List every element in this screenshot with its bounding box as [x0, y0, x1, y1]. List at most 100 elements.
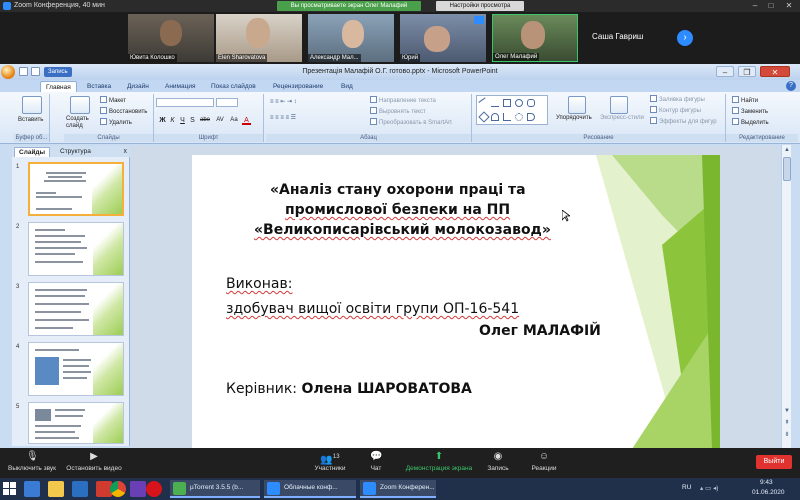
chat-button[interactable]: 💬 Чат	[364, 449, 388, 477]
slide-title-line-1[interactable]: «Аналіз стану охорони праці та	[270, 182, 526, 198]
slide-thumbnail[interactable]	[28, 282, 124, 336]
shape-fill-button[interactable]: Заливка фигуры	[650, 95, 705, 105]
tab-view[interactable]: Вид	[336, 81, 358, 92]
ppt-restore-icon[interactable]: ❐	[738, 66, 756, 77]
slide-thumbnail[interactable]	[28, 402, 124, 444]
ppt-close-icon[interactable]: ✕	[760, 66, 790, 77]
star-shape-icon[interactable]	[515, 113, 523, 121]
layout-button[interactable]: Макет	[100, 96, 126, 106]
tab-slides[interactable]: Слайды	[14, 147, 51, 157]
slide-thumbnail[interactable]	[28, 162, 124, 216]
reset-button[interactable]: Восстановить	[100, 107, 147, 117]
undo-icon[interactable]	[31, 67, 40, 76]
shadow-button[interactable]: S	[188, 116, 197, 125]
find-button[interactable]: Найти	[732, 96, 758, 106]
scroll-down-icon[interactable]: ▼	[783, 407, 791, 415]
tab-slideshow[interactable]: Показ слайдов	[206, 81, 261, 92]
leave-meeting-button[interactable]: Выйти	[756, 455, 792, 469]
spacing-button[interactable]: AV	[214, 116, 226, 125]
minimize-icon[interactable]: –	[748, 0, 762, 12]
participant-tile-active[interactable]: Олег Малафий	[492, 14, 578, 62]
tab-design[interactable]: Дизайн	[122, 81, 154, 92]
vertical-scrollbar[interactable]: ▲ ▼ ⇞ ⇟	[781, 145, 791, 448]
arrange-button[interactable]: Упорядочить	[556, 114, 592, 123]
tray-icons[interactable]: ▴ ▭ ◂)	[700, 484, 718, 492]
pane-close-icon[interactable]: x	[124, 147, 128, 157]
delete-button[interactable]: Удалить	[100, 118, 132, 128]
view-settings-button[interactable]: Настройки просмотра	[436, 1, 524, 11]
scroll-up-icon[interactable]: ▲	[783, 146, 791, 154]
clock-date[interactable]: 01.06.2020	[752, 489, 785, 496]
paste-icon[interactable]	[22, 96, 42, 114]
tab-outline[interactable]: Структура	[56, 147, 95, 157]
taskview-icon[interactable]	[24, 481, 40, 497]
smartart-button[interactable]: Преобразовать в SmartArt	[370, 118, 452, 128]
next-page-icon[interactable]: ›	[677, 30, 693, 46]
quick-styles-button[interactable]: Экспресс-стили	[600, 114, 644, 123]
clock-time[interactable]: 9:43	[760, 479, 773, 486]
app-icon[interactable]	[130, 481, 146, 497]
rectangle-shape-icon[interactable]	[503, 99, 511, 107]
replace-button[interactable]: Заменить	[732, 107, 768, 117]
slide-canvas[interactable]: «Аналіз стану охорони праці та промислов…	[192, 155, 720, 449]
oval-shape-icon[interactable]	[515, 99, 523, 107]
app-icon[interactable]	[72, 481, 88, 497]
font-family-select[interactable]	[156, 98, 214, 107]
shape-outline-button[interactable]: Контур фигуры	[650, 106, 701, 116]
tab-insert[interactable]: Вставка	[82, 81, 116, 92]
mute-button[interactable]: 🎙 Выключить звук	[4, 449, 60, 477]
strikethrough-button[interactable]: abe	[198, 116, 212, 125]
taskbar-task[interactable]: Облачные конф...	[264, 480, 356, 498]
supervisor-line[interactable]: Керівник: Олена ШАРОВАТОВА	[226, 381, 472, 397]
record-button[interactable]: ◉ Запись	[484, 449, 512, 477]
diamond-shape-icon[interactable]	[478, 111, 490, 123]
taskbar-task[interactable]: µTorrent 3.5.5 (b...	[170, 480, 260, 498]
slide-title-line-2[interactable]: промислової безпеки на ПП	[285, 202, 510, 218]
help-icon[interactable]: ?	[786, 81, 796, 91]
student-name[interactable]: Олег МАЛАФІЙ	[479, 323, 601, 339]
arrange-icon[interactable]	[568, 96, 586, 114]
list-icons[interactable]: ≡ ≡ ⇤ ⇥ ↕	[270, 98, 297, 107]
participant-tile[interactable]: Ювита Колошко	[128, 14, 214, 62]
stop-video-button[interactable]: ▶ Остановить видео	[62, 449, 126, 477]
scroll-thumb[interactable]	[783, 157, 791, 181]
participant-tile[interactable]: Саша Гавриш	[584, 14, 670, 62]
opera-icon[interactable]	[146, 481, 162, 497]
more-icon[interactable]	[474, 16, 484, 24]
next-slide-icon[interactable]: ⇟	[783, 431, 791, 439]
participant-tile[interactable]: Александр Мал...	[308, 14, 394, 62]
prev-slide-icon[interactable]: ⇞	[783, 419, 791, 427]
shape-effects-button[interactable]: Эффекты для фигур	[650, 117, 717, 127]
close-icon[interactable]: ✕	[782, 0, 796, 12]
quick-styles-icon[interactable]	[610, 96, 628, 114]
participant-tile[interactable]: Юрий	[400, 14, 486, 62]
student-group-line[interactable]: здобувач вищої освіти групи ОП-16-541	[226, 301, 519, 317]
text-direction-button[interactable]: Направление текста	[370, 96, 436, 106]
paste-button[interactable]: Вставить	[18, 116, 43, 125]
share-screen-button[interactable]: ⬆ Демонстрация экрана	[402, 449, 476, 477]
tab-review[interactable]: Рецензирование	[268, 81, 328, 92]
align-icons[interactable]: ≡ ≡ ≡ ≡ ☰	[270, 114, 296, 123]
callout-shape-icon[interactable]	[527, 113, 535, 121]
font-size-select[interactable]	[216, 98, 238, 107]
font-color-button[interactable]: A	[242, 116, 251, 125]
arc-shape-icon[interactable]	[491, 113, 499, 121]
file-explorer-icon[interactable]	[48, 481, 64, 497]
save-icon[interactable]	[19, 67, 28, 76]
tab-home[interactable]: Главная	[40, 81, 77, 92]
arrow-shape-icon[interactable]	[491, 99, 499, 107]
select-button[interactable]: Выделить	[732, 118, 769, 128]
align-text-button[interactable]: Выровнять текст	[370, 107, 426, 117]
new-slide-button[interactable]: Создать слайд	[66, 116, 98, 130]
participant-tile[interactable]: Elen Sharovatova	[216, 14, 302, 62]
chrome-icon[interactable]	[110, 481, 126, 497]
new-slide-icon[interactable]	[70, 96, 90, 114]
slide-thumbnail[interactable]	[28, 342, 124, 396]
taskbar-task[interactable]: Zoom Конферен...	[360, 480, 436, 498]
slide-thumbnail[interactable]	[28, 222, 124, 276]
rounded-rect-shape-icon[interactable]	[527, 99, 535, 107]
performed-by-label[interactable]: Виконав:	[226, 276, 292, 292]
reactions-button[interactable]: ☺ Реакции	[528, 449, 560, 477]
bold-button[interactable]: Ж	[158, 116, 167, 125]
italic-button[interactable]: К	[168, 116, 177, 125]
